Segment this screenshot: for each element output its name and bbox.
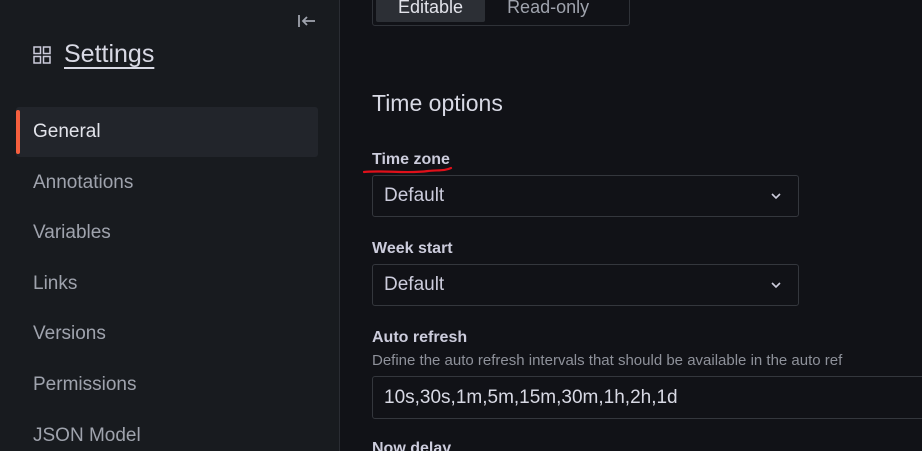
- editable-option[interactable]: Editable: [376, 0, 486, 22]
- read-only-option[interactable]: Read-only: [485, 0, 611, 22]
- chevron-down-icon: [771, 282, 781, 289]
- chevron-down-icon: [771, 193, 781, 200]
- sidebar-item-annotations[interactable]: Annotations: [16, 158, 318, 208]
- settings-page: Settings General Annotations Variables L…: [0, 0, 922, 451]
- week-start-value: Default: [384, 274, 445, 295]
- time-zone-select[interactable]: Default: [372, 175, 799, 217]
- collapse-sidebar-button[interactable]: [296, 10, 318, 32]
- now-delay-label: Now delay: [372, 440, 452, 451]
- week-start-label: Week start: [372, 240, 453, 257]
- sidebar-item-general[interactable]: General: [16, 107, 318, 157]
- time-zone-value: Default: [384, 185, 445, 206]
- sidebar-item-links[interactable]: Links: [16, 259, 318, 309]
- time-options-heading: Time options: [372, 90, 503, 116]
- main-content: Editable Read-only Time options Time zon…: [340, 0, 922, 451]
- sidebar: Settings General Annotations Variables L…: [0, 0, 340, 451]
- sidebar-item-versions[interactable]: Versions: [16, 309, 318, 359]
- auto-refresh-input[interactable]: [372, 376, 922, 419]
- sidebar-item-label: JSON Model: [33, 424, 141, 446]
- sidebar-item-label: General: [33, 121, 101, 142]
- sidebar-item-permissions[interactable]: Permissions: [16, 360, 318, 410]
- sidebar-item-label: Links: [33, 272, 78, 294]
- week-start-select[interactable]: Default: [372, 264, 799, 306]
- sidebar-item-label: Versions: [33, 323, 106, 345]
- sidebar-item-label: Permissions: [33, 373, 137, 395]
- sidebar-header: Settings: [33, 40, 154, 69]
- auto-refresh-label: Auto refresh: [372, 329, 468, 346]
- sidebar-title[interactable]: Settings: [64, 40, 154, 69]
- sidebar-item-label: Annotations: [33, 171, 134, 193]
- auto-refresh-description: Define the auto refresh intervals that s…: [372, 352, 843, 369]
- sidebar-item-variables[interactable]: Variables: [16, 208, 318, 258]
- sidebar-item-label: Variables: [33, 222, 111, 244]
- collapse-left-icon: [298, 15, 315, 27]
- sidebar-nav: General Annotations Variables Links Vers…: [16, 107, 318, 451]
- grid-icon: [33, 45, 51, 64]
- editable-radio-group: Editable Read-only: [372, 0, 630, 26]
- sidebar-item-json-model[interactable]: JSON Model: [16, 411, 318, 451]
